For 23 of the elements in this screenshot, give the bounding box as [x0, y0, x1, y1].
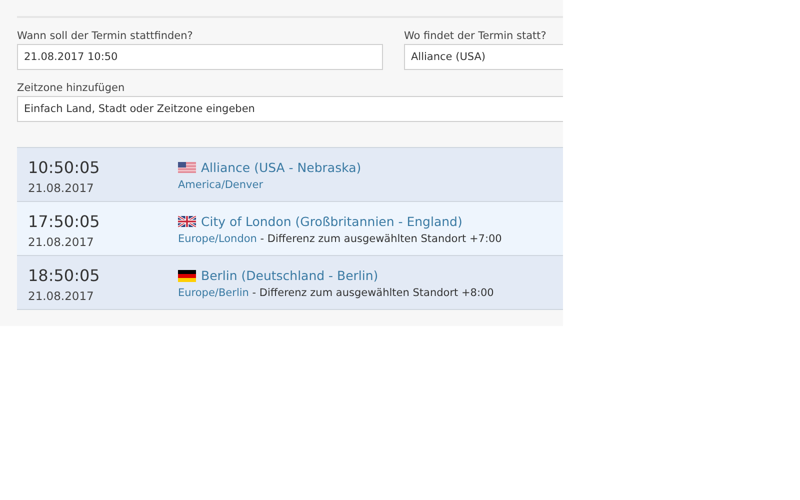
- timezone-info: Europe/London - Differenz zum ausgewählten Standort +7:00: [178, 233, 502, 245]
- timezone-link[interactable]: Europe/Berlin: [178, 287, 249, 299]
- timezone-link[interactable]: Europe/London: [178, 233, 257, 245]
- date-text: 21.08.2017: [28, 289, 94, 303]
- time-text: 17:50:05: [28, 213, 100, 231]
- time-text: 10:50:05: [28, 159, 100, 177]
- timezone-link[interactable]: America/Denver: [178, 179, 362, 191]
- location-field[interactable]: Alliance (USA): [404, 44, 563, 70]
- field-label: Wann soll der Termin stattfinden?: [17, 30, 194, 42]
- date-text: 21.08.2017: [28, 181, 94, 195]
- time-text: 18:50:05: [28, 267, 100, 285]
- flag-icon: [178, 162, 196, 173]
- date-field[interactable]: 21.08.2017 10:50: [17, 44, 383, 70]
- flag-icon: [178, 270, 196, 282]
- date-text: 21.08.2017: [28, 235, 94, 249]
- flag-icon: [178, 216, 196, 227]
- field-label: Wo findet der Termin statt?: [404, 30, 548, 42]
- location-link[interactable]: Berlin (Deutschland - Berlin): [201, 268, 378, 283]
- location-link[interactable]: City of London (Großbritannien - England): [201, 214, 462, 229]
- timezone-info: Europe/Berlin - Differenz zum ausgewählten Standort +8:00: [178, 287, 494, 299]
- timezone-field[interactable]: Einfach Land, Stadt oder Zeitzone eingeben: [17, 96, 563, 122]
- field-label: Zeitzone hinzufügen: [17, 82, 126, 94]
- location-link[interactable]: Alliance (USA - Nebraska): [201, 160, 362, 175]
